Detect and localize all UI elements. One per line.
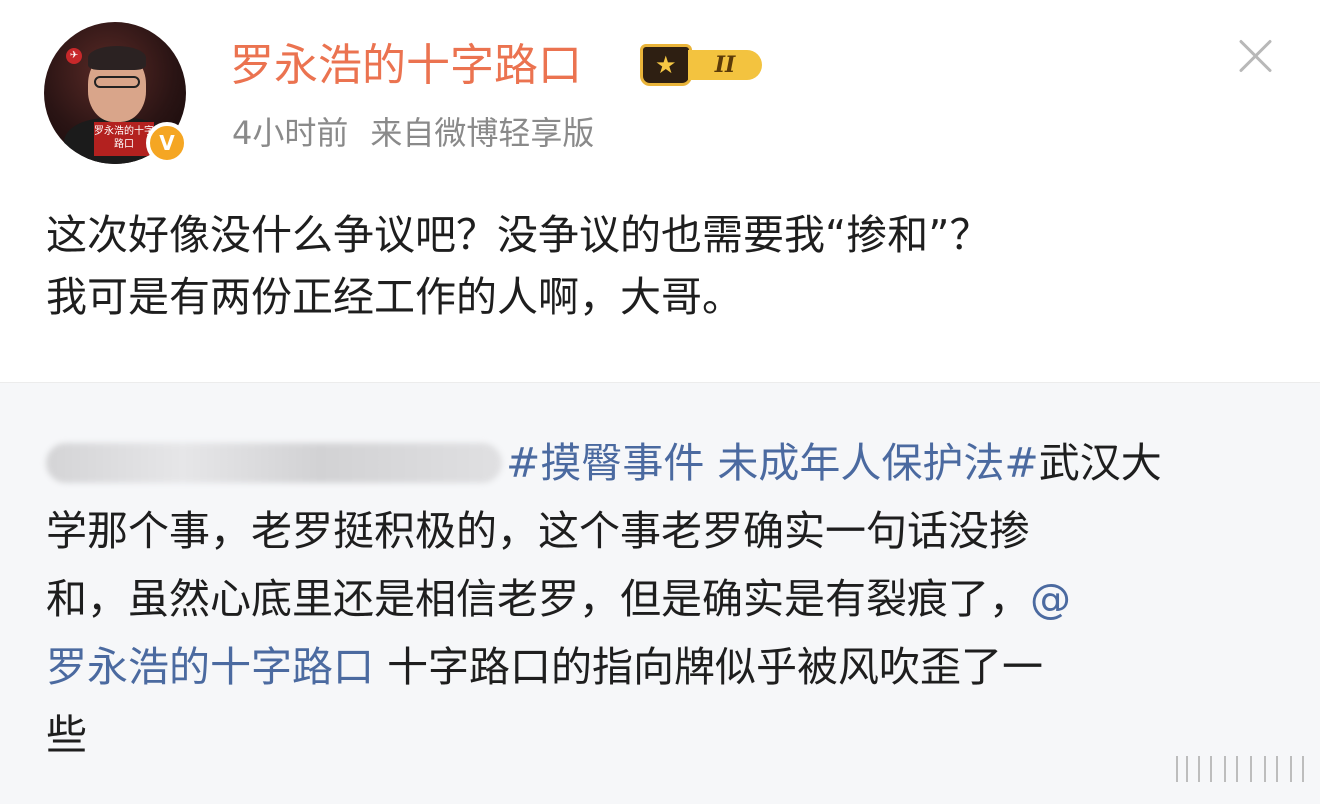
repost-line: 和，虽然心底里还是相信老罗，但是确实是有裂痕了，@ xyxy=(46,565,1286,633)
close-icon[interactable] xyxy=(1234,34,1278,78)
weibo-post: ✈ 罗永浩的十字路口 V 罗永浩的十字路口 ★ II 4小时前 来自微博轻享版 这… xyxy=(0,0,1320,382)
repost-line: 罗永浩的十字路口 十字路口的指向牌似乎被风吹歪了一 xyxy=(46,633,1286,701)
avatar-caption: 罗永浩的十字路口 xyxy=(94,122,154,156)
vip-badge[interactable]: ★ II xyxy=(640,42,766,88)
hashtag-link[interactable]: #摸臀事件 未成年人保护法# xyxy=(506,439,1039,487)
blurred-username xyxy=(46,443,502,483)
post-text-line: 我可是有两份正经工作的人啊，大哥。 xyxy=(46,273,743,321)
watermark-icon xyxy=(1176,752,1308,786)
post-text-line: 这次好像没什么争议吧？没争议的也需要我“掺和”？ xyxy=(46,211,991,259)
vip-level: II xyxy=(688,50,762,80)
repost-line: #摸臀事件 未成年人保护法#武汉大 xyxy=(46,429,1286,497)
repost-line-text: 和，虽然心底里还是相信老罗，但是确实是有裂痕了， xyxy=(46,575,1030,623)
username[interactable]: 罗永浩的十字路口 xyxy=(230,36,582,96)
verified-icon: V xyxy=(146,122,188,164)
vip-crown-icon: ★ xyxy=(640,44,692,86)
post-timestamp: 4小时前 xyxy=(232,114,349,152)
avatar-logo-icon: ✈ xyxy=(66,48,82,64)
repost-line-text: 十字路口的指向牌似乎被风吹歪了一 xyxy=(374,643,1044,691)
repost-line: 学那个事，老罗挺积极的，这个事老罗确实一句话没掺 xyxy=(46,507,1030,555)
mention-link[interactable]: 罗永浩的十字路口 xyxy=(46,643,374,691)
repost-text: #摸臀事件 未成年人保护法#武汉大 学那个事，老罗挺积极的，这个事老罗确实一句话… xyxy=(46,429,1286,769)
repost-line-text: 武汉大 xyxy=(1038,439,1162,487)
post-source[interactable]: 来自微博轻享版 xyxy=(370,114,594,152)
avatar-glasses xyxy=(94,76,140,88)
post-meta: 4小时前 来自微博轻享版 xyxy=(232,110,594,156)
repost-line: 些 xyxy=(46,711,87,759)
reposted-content[interactable]: #摸臀事件 未成年人保护法#武汉大 学那个事，老罗挺积极的，这个事老罗确实一句话… xyxy=(0,382,1320,804)
avatar-hair xyxy=(88,46,146,70)
mention-at[interactable]: @ xyxy=(1030,575,1071,623)
star-icon: ★ xyxy=(655,51,677,79)
post-text: 这次好像没什么争议吧？没争议的也需要我“掺和”？ 我可是有两份正经工作的人啊，大… xyxy=(46,204,1286,328)
